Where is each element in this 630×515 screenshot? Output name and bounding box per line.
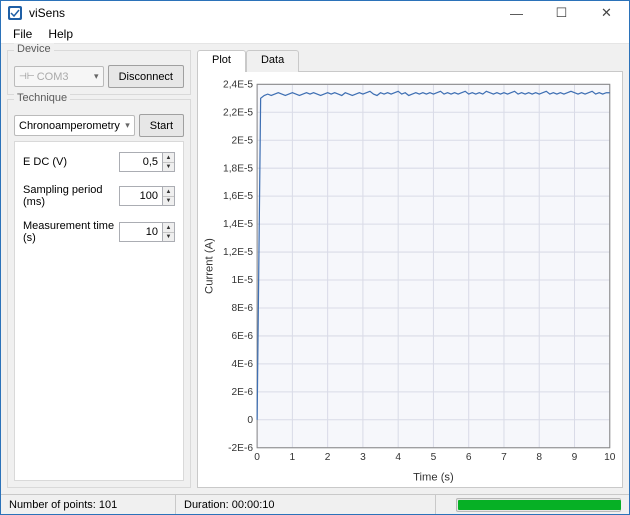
svg-text:3: 3 [360,453,366,464]
tab-plot[interactable]: Plot [197,50,246,72]
technique-name: Chronoamperometry [19,120,120,132]
edc-label: E DC (V) [23,156,67,168]
param-meas: Measurement time (s) ▲▼ [23,220,175,244]
technique-params: E DC (V) ▲▼ Sampling period (ms) ▲▼ [14,141,184,481]
tab-data[interactable]: Data [246,50,299,72]
app-window: viSens — ☐ ✕ File Help Device ⊣⊢ COM3 ▾ … [0,0,630,515]
arrow-up-icon[interactable]: ▲ [163,187,174,197]
svg-text:5: 5 [431,453,437,464]
device-port-dropdown[interactable]: ⊣⊢ COM3 ▾ [14,66,104,87]
edc-input[interactable] [119,152,163,172]
param-edc: E DC (V) ▲▼ [23,152,175,172]
arrow-up-icon[interactable]: ▲ [163,223,174,233]
duration-label: Duration: [184,499,229,511]
svg-text:6: 6 [466,453,472,464]
svg-text:1,2E-5: 1,2E-5 [223,248,253,259]
chevron-down-icon: ▾ [94,71,99,82]
left-panel: Device ⊣⊢ COM3 ▾ Disconnect Technique Ch… [7,50,191,488]
points-label: Number of points: [9,499,96,511]
svg-text:1,6E-5: 1,6E-5 [223,192,253,203]
svg-text:8E-6: 8E-6 [232,303,254,314]
svg-text:2,2E-5: 2,2E-5 [223,108,253,119]
arrow-up-icon[interactable]: ▲ [163,153,174,163]
port-icon: ⊣⊢ [19,72,35,81]
disconnect-button[interactable]: Disconnect [108,65,184,88]
titlebar: viSens — ☐ ✕ [1,1,629,25]
svg-text:9: 9 [572,453,578,464]
svg-text:2,4E-5: 2,4E-5 [223,80,253,91]
edc-stepper[interactable]: ▲▼ [163,152,175,172]
meas-spinbox[interactable]: ▲▼ [119,222,175,242]
param-sampling: Sampling period (ms) ▲▼ [23,184,175,208]
duration-value: 00:00:10 [232,499,275,511]
svg-text:2: 2 [325,453,331,464]
svg-text:Time (s): Time (s) [413,472,454,484]
plot-chart: -2E-602E-64E-66E-68E-61E-51,2E-51,4E-51,… [198,72,622,487]
start-button[interactable]: Start [139,114,184,137]
svg-text:1: 1 [290,453,296,464]
sampling-spinbox[interactable]: ▲▼ [119,186,175,206]
menu-help[interactable]: Help [40,25,81,43]
technique-group: Technique Chronoamperometry ▾ Start E DC… [7,99,191,488]
maximize-button[interactable]: ☐ [539,1,584,25]
sampling-stepper[interactable]: ▲▼ [163,186,175,206]
svg-text:2E-6: 2E-6 [232,387,254,398]
svg-text:0: 0 [254,453,260,464]
meas-stepper[interactable]: ▲▼ [163,222,175,242]
arrow-down-icon[interactable]: ▼ [163,197,174,206]
svg-text:1,8E-5: 1,8E-5 [223,164,253,175]
menu-file[interactable]: File [5,25,40,43]
svg-text:8: 8 [536,453,542,464]
app-icon [7,5,23,21]
meas-input[interactable] [119,222,163,242]
device-legend: Device [14,43,54,55]
status-progress-cell [448,495,629,514]
svg-text:Current (A): Current (A) [203,238,215,294]
minimize-button[interactable]: — [494,1,539,25]
status-duration: Duration: 00:00:10 [176,495,436,514]
svg-text:1,4E-5: 1,4E-5 [223,220,253,231]
tabs: Plot Data [197,50,623,72]
status-points: Number of points: 101 [1,495,176,514]
sampling-input[interactable] [119,186,163,206]
svg-text:6E-6: 6E-6 [232,331,254,342]
menubar: File Help [1,25,629,44]
client-area: Device ⊣⊢ COM3 ▾ Disconnect Technique Ch… [1,44,629,494]
svg-text:2E-5: 2E-5 [232,136,254,147]
technique-legend: Technique [14,92,70,104]
points-value: 101 [99,499,117,511]
right-panel: Plot Data -2E-602E-64E-66E-68E-61E-51,2E… [197,50,623,488]
svg-text:0: 0 [247,415,253,426]
edc-spinbox[interactable]: ▲▼ [119,152,175,172]
arrow-down-icon[interactable]: ▼ [163,233,174,242]
technique-dropdown[interactable]: Chronoamperometry ▾ [14,115,135,136]
chevron-down-icon: ▾ [125,120,130,131]
window-controls: — ☐ ✕ [494,1,629,25]
svg-text:1E-5: 1E-5 [232,276,254,287]
window-title: viSens [29,6,65,20]
svg-text:-2E-6: -2E-6 [228,443,253,454]
device-group: Device ⊣⊢ COM3 ▾ Disconnect [7,50,191,95]
meas-label: Measurement time (s) [23,220,119,244]
arrow-down-icon[interactable]: ▼ [163,163,174,172]
svg-text:4: 4 [395,453,401,464]
progress-bar [456,498,621,512]
statusbar: Number of points: 101 Duration: 00:00:10 [1,494,629,514]
plot-panel: -2E-602E-64E-66E-68E-61E-51,2E-51,4E-51,… [197,71,623,488]
svg-text:7: 7 [501,453,507,464]
svg-text:4E-6: 4E-6 [232,359,254,370]
svg-text:10: 10 [604,453,616,464]
progress-fill [458,500,621,510]
close-button[interactable]: ✕ [584,1,629,25]
sampling-label: Sampling period (ms) [23,184,119,208]
device-port-value: COM3 [37,71,69,83]
